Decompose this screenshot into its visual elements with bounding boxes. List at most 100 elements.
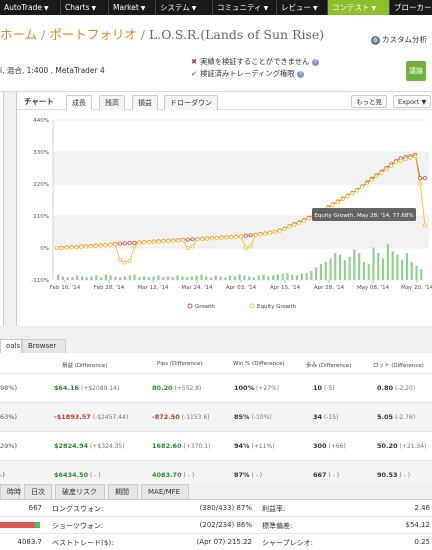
tab-growth[interactable]: 成長 xyxy=(66,95,92,110)
growth-point xyxy=(190,237,195,242)
nav-charts[interactable]: Charts ▼ xyxy=(61,0,109,15)
col-header-lots: ロット (Difference) xyxy=(373,363,424,369)
tab-browser[interactable]: Browser xyxy=(22,339,66,353)
stats-value: $6434.50 xyxy=(54,471,89,479)
stats-diff: (+66) xyxy=(326,443,346,450)
chevron-down-icon: ▼ xyxy=(43,5,49,12)
volume-bar xyxy=(57,274,60,280)
help-icon[interactable]: ? xyxy=(312,58,320,66)
nav-review[interactable]: レビュー ▼ xyxy=(277,0,328,15)
verify-trading-privileges: ✔ 検証済みトレーディング権限? xyxy=(191,69,305,79)
tab-mae-mfe[interactable]: MAE/MFE xyxy=(141,484,189,499)
analysis-icon: ⚙ xyxy=(371,35,380,45)
volume-bar xyxy=(143,276,146,280)
col-header-profit: 損益 (Difference) xyxy=(62,363,108,369)
legend-marker-equity xyxy=(249,303,255,309)
bottom-row: 667 ロングスウォン: (380/433) 87% 利益率: 2.46 xyxy=(0,500,432,517)
stats-diff: (+11%) xyxy=(249,443,275,450)
equity-point xyxy=(98,243,103,248)
y-tick-label: 440% xyxy=(33,118,49,124)
equity-point xyxy=(258,232,263,237)
bottom-label: ショーツウォン: xyxy=(52,522,104,530)
legend-label: Equity Growth xyxy=(257,304,297,310)
equity-point xyxy=(403,157,408,162)
volume-bar xyxy=(391,251,394,280)
volume-bar xyxy=(267,276,270,280)
stats-diff: (+370.1) xyxy=(181,443,211,450)
equity-point xyxy=(379,170,384,175)
tab-goals[interactable]: oals xyxy=(0,339,22,353)
tab-risk-of-ruin[interactable]: 破産リスク xyxy=(55,484,105,499)
col-header-win: Win % (Difference) xyxy=(233,361,285,367)
breadcrumb: ホーム / ポートフォリオ / L.O.S.R.(Lands of Sun Ri… xyxy=(0,24,324,43)
stats-cell-pips: 1682.60 (+370.1) xyxy=(152,442,210,450)
tab-drawdown[interactable]: ドローダウン xyxy=(164,95,218,110)
tab-daily[interactable]: 日次 xyxy=(24,484,52,499)
stats-cell-pips: 80.20 (+552.8) xyxy=(152,384,201,392)
help-icon[interactable]: ? xyxy=(297,70,305,78)
verify-fail-label: 実績を検証することができません xyxy=(200,57,310,66)
breadcrumb-home[interactable]: ホーム xyxy=(0,27,37,42)
stats-cell-trades: 10 (-5) xyxy=(313,384,335,392)
tab-hourly[interactable]: 時時 xyxy=(0,484,21,499)
nav-autotrade[interactable]: AutoTrade ▼ xyxy=(0,0,61,15)
stats-value: 94% xyxy=(234,442,250,450)
equity-point xyxy=(209,236,214,241)
equity-point xyxy=(219,235,224,240)
equity-point xyxy=(224,235,229,240)
equity-point xyxy=(55,245,60,250)
discuss-button[interactable]: 議論 xyxy=(406,61,426,81)
volume-bar xyxy=(276,274,279,280)
chart-bars xyxy=(57,244,423,280)
growth-point xyxy=(243,233,248,238)
breadcrumb-portfolio[interactable]: ポートフォリオ xyxy=(49,27,137,42)
stats-value: -$1893.57 xyxy=(54,413,91,421)
custom-analysis-link[interactable]: ⚙ カスタム分析 xyxy=(371,34,427,45)
equity-point xyxy=(195,237,200,242)
equity-point xyxy=(180,238,185,243)
growth-point xyxy=(418,176,423,181)
nav-system[interactable]: システム ▼ xyxy=(156,0,213,15)
stats-cell-win: 87% ( - ) xyxy=(234,471,262,479)
check-icon: ✔ xyxy=(191,69,198,78)
nav-community[interactable]: コミュニティ ▼ xyxy=(213,0,277,15)
nav-broker[interactable]: ブローカー xyxy=(390,0,432,15)
legend-marker-growth xyxy=(187,303,193,309)
stats-cell-win: 85% (-10%) xyxy=(234,413,272,421)
volume-bar xyxy=(147,277,150,280)
stats-cell-lots: 50.20 (+21.34) xyxy=(377,442,426,450)
equity-point xyxy=(69,245,74,250)
stats-cell-pips: -872.50 (-1153.6) xyxy=(152,413,210,421)
stats-tabs: oals Browser xyxy=(0,339,432,353)
equity-point xyxy=(238,234,243,239)
top-nav: AutoTrade ▼ Charts ▼ Market ▼ システム ▼ コミュニティ ▼… xyxy=(0,0,432,15)
tab-duration[interactable]: 期間 xyxy=(108,484,138,499)
volume-bar xyxy=(119,277,122,280)
y-tick-label: 0% xyxy=(40,246,49,252)
x-tick-label: Mar 24, '14 xyxy=(181,285,213,291)
nav-label: Market xyxy=(113,3,139,12)
tab-balance[interactable]: 残高 xyxy=(99,95,125,110)
equity-point xyxy=(127,259,132,264)
volume-bar xyxy=(324,262,327,280)
growth-point xyxy=(422,176,427,181)
nav-contest[interactable]: コンテスト ▼ xyxy=(328,0,390,15)
bottom-tabs: 時時 日次 破産リスク 期間 MAE/MFE xyxy=(0,484,432,499)
volume-bar xyxy=(348,256,351,280)
nav-market[interactable]: Market ▼ xyxy=(109,0,156,15)
stats-value: 667 xyxy=(313,471,327,479)
bottom-row: ショーツウォン: (202/234) 86% 標準偏差: $54.12 xyxy=(0,517,432,534)
equity-point xyxy=(142,240,147,245)
volume-bar xyxy=(114,276,117,280)
chevron-down-icon: ▼ xyxy=(91,5,97,12)
volume-bar xyxy=(229,275,232,280)
stats-cell-win: 94% (+11%) xyxy=(234,442,275,450)
nav-label: ブローカー xyxy=(394,3,432,12)
export-button[interactable]: Export ▼ xyxy=(393,95,432,108)
tab-profit[interactable]: 損益 xyxy=(132,95,158,110)
more-button[interactable]: もっと見 xyxy=(351,95,387,108)
stats-table: 損益 (Difference) Pips (Difference) Win % … xyxy=(0,353,432,489)
volume-bar xyxy=(76,275,79,280)
y-tick-label: 330% xyxy=(33,150,49,156)
volume-bar xyxy=(305,272,308,280)
